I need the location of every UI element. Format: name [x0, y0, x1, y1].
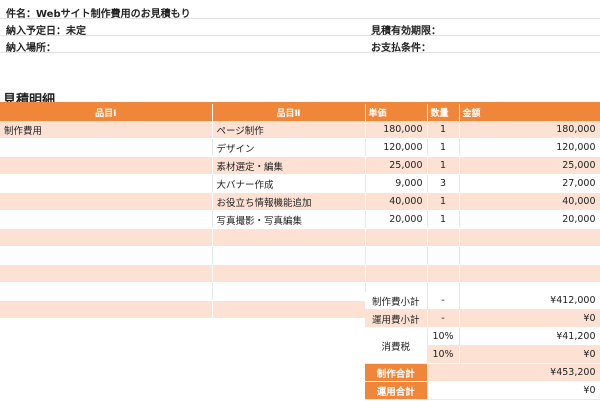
cell-item1: [0, 300, 213, 319]
production-subtotal-label: 制作費小計: [365, 292, 428, 310]
cell-item2: [212, 246, 366, 265]
cell-qty: 1: [427, 138, 460, 157]
cell-price: 180,000: [365, 121, 428, 139]
col-header-qty: 数量: [427, 104, 460, 121]
cell-item2: デザイン: [212, 138, 366, 157]
cell-item2: [212, 228, 366, 247]
col-header-item1: 品目Ⅰ: [0, 104, 213, 121]
production-subtotal-value: ¥412,000: [459, 292, 600, 310]
divider: [0, 52, 600, 53]
production-total-row: 制作合計 ¥453,200: [365, 363, 600, 382]
cell-qty: 1: [427, 156, 460, 175]
cell-item2: 写真撮影・写真編集: [212, 210, 366, 229]
cell-item1: [0, 174, 213, 193]
cell-item2: お役立ち情報機能追加: [212, 192, 366, 211]
cell-amount: 25,000: [459, 156, 600, 175]
cell-price: [365, 264, 428, 283]
table-row: [0, 264, 600, 283]
tax-row-1: 消費税 10% ¥41,200: [365, 327, 600, 364]
tax-amount-1: ¥41,200: [459, 327, 600, 346]
cell-qty: 1: [427, 121, 460, 139]
table-row: 大バナー作成 9,000 3 27,000: [0, 174, 600, 193]
operation-total-value: ¥0: [427, 381, 600, 400]
cell-amount: [459, 246, 600, 265]
cell-item1: 制作費用: [0, 121, 213, 139]
production-subtotal-dash: -: [427, 292, 460, 310]
col-header-price: 単価: [365, 104, 428, 121]
cell-price: 9,000: [365, 174, 428, 193]
cell-price: 120,000: [365, 138, 428, 157]
production-total-value: ¥453,200: [427, 363, 600, 382]
cell-price: 25,000: [365, 156, 428, 175]
cell-item1: [0, 282, 213, 301]
operation-subtotal-label: 運用費小計: [365, 309, 428, 328]
cell-item1: [0, 264, 213, 283]
table-row: [0, 246, 600, 265]
cell-item1: [0, 246, 213, 265]
divider: [0, 35, 600, 36]
cell-price: [365, 228, 428, 247]
operation-total-row: 運用合計 ¥0: [365, 381, 600, 400]
cell-amount: 40,000: [459, 192, 600, 211]
cell-price: [365, 246, 428, 265]
production-total-label: 制作合計: [365, 363, 428, 382]
cell-qty: 1: [427, 192, 460, 211]
table-row: 素材選定・編集 25,000 1 25,000: [0, 156, 600, 175]
table-header-row: 品目Ⅰ 品目Ⅱ 単価 数量 金額: [0, 104, 600, 121]
cell-item2: [212, 300, 366, 319]
tax-rate-1: 10%: [427, 327, 460, 346]
cell-amount: 120,000: [459, 138, 600, 157]
production-subtotal-row: 制作費小計 - ¥412,000: [365, 292, 600, 310]
cell-item2: [212, 282, 366, 301]
divider: [0, 18, 600, 19]
cell-qty: 3: [427, 174, 460, 193]
operation-total-label: 運用合計: [365, 381, 428, 400]
cell-price: 40,000: [365, 192, 428, 211]
cell-item1: [0, 156, 213, 175]
operation-subtotal-row: 運用費小計 - ¥0: [365, 309, 600, 328]
cell-amount: 20,000: [459, 210, 600, 229]
cell-item2: 素材選定・編集: [212, 156, 366, 175]
col-header-item2: 品目Ⅱ: [212, 104, 366, 121]
cell-item2: ページ制作: [212, 121, 366, 139]
table-row: お役立ち情報機能追加 40,000 1 40,000: [0, 192, 600, 211]
tax-label: 消費税: [365, 327, 428, 364]
cell-amount: [459, 228, 600, 247]
cell-item1: [0, 210, 213, 229]
tax-amount-2: ¥0: [459, 345, 600, 364]
cell-qty: [427, 264, 460, 283]
tax-rate-2: 10%: [427, 345, 460, 364]
summary-table: 制作費小計 - ¥412,000 運用費小計 - ¥0 消費税 10% ¥41,…: [365, 292, 600, 400]
cell-qty: [427, 228, 460, 247]
table-row: 写真撮影・写真編集 20,000 1 20,000: [0, 210, 600, 229]
cell-amount: 27,000: [459, 174, 600, 193]
cell-item2: [212, 264, 366, 283]
operation-subtotal-dash: -: [427, 309, 460, 328]
cell-amount: [459, 264, 600, 283]
cell-item1: [0, 138, 213, 157]
estimate-table: 品目Ⅰ 品目Ⅱ 単価 数量 金額 制作費用 ページ制作 180,000 1 180,00…: [0, 104, 600, 319]
cell-qty: [427, 246, 460, 265]
table-row: [0, 228, 600, 247]
cell-item2: 大バナー作成: [212, 174, 366, 193]
cell-price: 20,000: [365, 210, 428, 229]
cell-item1: [0, 192, 213, 211]
table-row: デザイン 120,000 1 120,000: [0, 138, 600, 157]
cell-amount: 180,000: [459, 121, 600, 139]
col-header-amount: 金額: [459, 104, 600, 121]
cell-qty: 1: [427, 210, 460, 229]
table-row: 制作費用 ページ制作 180,000 1 180,000: [0, 121, 600, 139]
cell-item1: [0, 228, 213, 247]
operation-subtotal-value: ¥0: [459, 309, 600, 328]
